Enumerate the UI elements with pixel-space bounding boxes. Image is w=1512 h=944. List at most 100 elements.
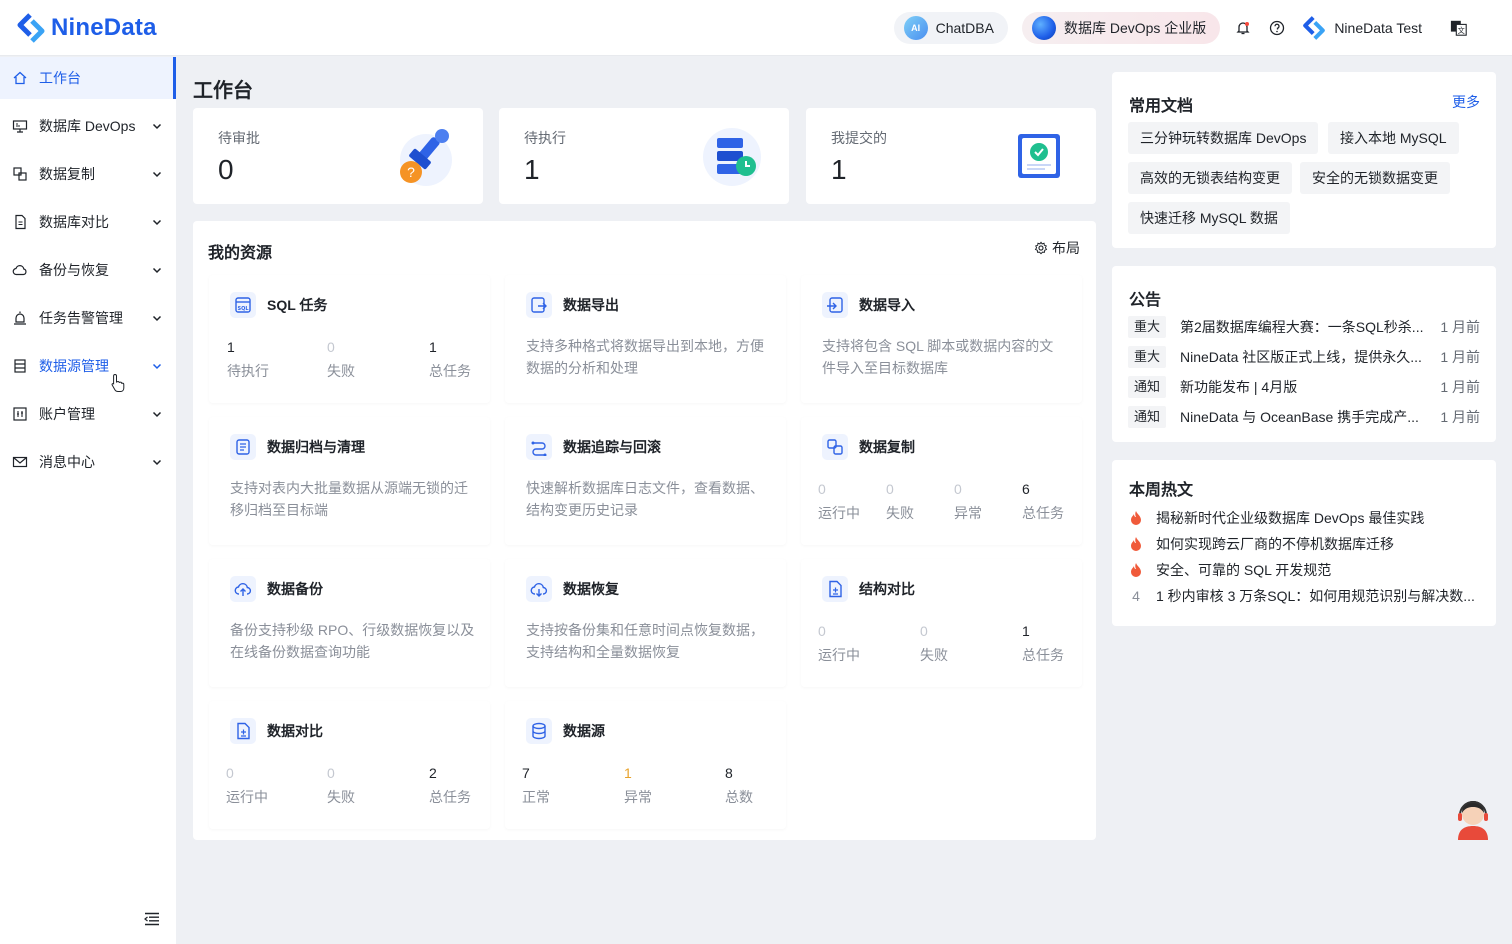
stat-card-pending-approval[interactable]: 待审批 0 ? [193,108,483,204]
card-description: 支持将包含 SQL 脚本或数据内容的文件导入至目标数据库 [822,338,1054,376]
stat-label: 待审批 [218,130,260,146]
support-assistant-avatar-icon[interactable] [1452,796,1494,842]
metric-normal: 7 正常 [522,765,550,805]
archive-icon [230,434,256,460]
card-title: 数据归档与清理 [267,439,365,455]
sidebar-item-messages[interactable]: 消息中心 [0,441,176,483]
common-docs-panel: 常用文档 更多 三分钟玩转数据库 DevOps 接入本地 MySQL 高效的无锁… [1112,72,1496,248]
announcements-panel: 公告 重大 第2届数据库编程大赛：一条SQL秒杀... 1 月前 重大 NineDat… [1112,266,1496,442]
doc-link[interactable]: 三分钟玩转数据库 DevOps [1128,122,1319,154]
fire-icon [1128,562,1144,578]
svg-text:?: ? [407,164,415,180]
sidebar-item-label: 账户管理 [39,406,95,422]
hot-articles-panel: 本周热文 揭秘新时代企业级数据库 DevOps 最佳实践 如何实现跨云厂商的不停… [1112,460,1496,626]
resource-card-datasource[interactable]: 数据源 7 正常 1 异常 8 总数 [505,701,786,829]
sidebar-item-datasource[interactable]: 数据源管理 [0,345,176,387]
resource-card-trace-rollback[interactable]: 数据追踪与回滚 快速解析数据库日志文件，查看数据、结构变更历史记录 [505,417,786,545]
fire-icon [1128,510,1144,526]
metric-running: 0 运行中 [818,481,860,521]
sidebar-item-workbench[interactable]: 工作台 [0,57,176,99]
doc-link[interactable]: 安全的无锁数据变更 [1300,162,1450,194]
resource-card-archive[interactable]: 数据归档与清理 支持对表内大批量数据从源端无锁的迁移归档至目标端 [209,417,490,545]
metric-total: 8 总数 [725,765,753,805]
top-header: NineData AI ChatDBA 数据库 DevOps 企业版 NineD… [0,0,1512,56]
mail-icon [12,454,28,470]
language-switch-icon[interactable]: 文 [1450,19,1468,37]
sidebar-item-label: 消息中心 [39,454,95,470]
stat-value: 0 [218,154,234,185]
doc-link[interactable]: 高效的无锁表结构变更 [1128,162,1292,194]
chatdba-label: ChatDBA [935,20,994,36]
restore-cloud-icon [526,576,552,602]
stat-value: 1 [831,154,847,185]
resource-card-data-compare[interactable]: 数据对比 0 运行中 0 失败 2 总任务 [209,701,490,829]
sidebar-item-replication[interactable]: 数据复制 [0,153,176,195]
sidebar-item-label: 备份与恢复 [39,262,109,278]
gear-icon [1034,241,1048,255]
user-avatar-icon [1303,16,1326,40]
chevron-down-icon [152,219,162,226]
resource-card-replication[interactable]: 数据复制 0 运行中 0 失败 0 异常 6 总任务 [801,417,1082,545]
hot-article-item[interactable]: 如何实现跨云厂商的不停机数据库迁移 [1128,531,1480,557]
hot-article-item[interactable]: 揭秘新时代企业级数据库 DevOps 最佳实践 [1128,505,1480,531]
globe-icon [1031,16,1056,40]
trace-icon [526,434,552,460]
submitted-document-icon [1018,134,1060,178]
sidebar-item-alarm[interactable]: 任务告警管理 [0,297,176,339]
resource-card-sql-task[interactable]: SQL SQL 任务 1 待执行 0 失败 1 总任务 [209,275,490,403]
sidebar-item-label: 工作台 [39,70,81,86]
devops-edition-button[interactable]: 数据库 DevOps 企业版 [1021,12,1221,44]
chevron-down-icon [152,267,162,274]
card-description: 快速解析数据库日志文件，查看数据、结构变更历史记录 [526,480,764,518]
resource-card-schema-compare[interactable]: 结构对比 0 运行中 0 失败 1 总任务 [801,559,1082,687]
help-icon[interactable] [1268,19,1286,37]
layout-button[interactable]: 布局 [1034,238,1080,258]
sidebar-item-db-compare[interactable]: 数据库对比 [0,201,176,243]
sidebar-item-devops[interactable]: 数据库 DevOps [0,105,176,147]
collapse-sidebar-icon[interactable] [144,912,160,926]
stat-card-my-submitted[interactable]: 我提交的 1 [806,108,1096,204]
announcement-item[interactable]: 通知 NineData 与 OceanBase 携手完成产... 1 月前 [1128,402,1480,432]
announcement-item[interactable]: 重大 NineData 社区版正式上线，提供永久... 1 月前 [1128,342,1480,372]
user-menu[interactable]: NineData Test [1302,16,1422,40]
resource-card-data-import[interactable]: 数据导入 支持将包含 SQL 脚本或数据内容的文件导入至目标数据库 [801,275,1082,403]
logo-text: NineData [51,13,157,41]
resource-card-data-export[interactable]: 数据导出 支持多种格式将数据导出到本地，方便数据的分析和处理 [505,275,786,403]
doc-link[interactable]: 快速迁移 MySQL 数据 [1128,202,1290,234]
fire-icon [1128,536,1144,552]
logo[interactable]: NineData [16,12,157,43]
sidebar-item-label: 数据库 DevOps [39,118,136,134]
resource-card-restore[interactable]: 数据恢复 支持按备份集和任意时间点恢复数据，支持结构和全量数据恢复 [505,559,786,687]
metric-running: 0 运行中 [226,765,268,805]
sidebar-item-backup[interactable]: 备份与恢复 [0,249,176,291]
datasource-icon [12,358,28,374]
card-description: 备份支持秒级 RPO、行级数据恢复以及在线备份数据查询功能 [230,622,475,660]
hot-article-item[interactable]: 安全、可靠的 SQL 开发规范 [1128,557,1480,583]
svg-text:文: 文 [1458,26,1465,35]
announcement-item[interactable]: 重大 第2届数据库编程大赛：一条SQL秒杀... 1 月前 [1128,312,1480,342]
sidebar-item-label: 数据库对比 [39,214,109,230]
stat-value: 1 [524,154,540,185]
doc-link[interactable]: 接入本地 MySQL [1328,122,1459,154]
announcement-item[interactable]: 通知 新功能发布 | 4月版 1 月前 [1128,372,1480,402]
metric-abnormal: 0 异常 [954,481,982,521]
sidebar-item-account[interactable]: 账户管理 [0,393,176,435]
chevron-down-icon [152,363,162,370]
account-icon [12,406,28,422]
notification-bell-icon[interactable] [1234,19,1252,37]
hot-article-item[interactable]: 4 1 秒内审核 3 万条SQL：如何用规范识别与解决数... [1128,583,1480,609]
my-resources-panel: 我的资源 布局 SQL SQL 任务 1 待执行 0 失败 1 总任务 数据导出 支持多… [193,221,1096,840]
metric-total: 1 总任务 [429,339,471,379]
database-icon [526,718,552,744]
chatdba-button[interactable]: AI ChatDBA [893,12,1008,44]
card-title: 数据导入 [859,297,915,313]
stat-card-pending-execution[interactable]: 待执行 1 [499,108,789,204]
metric-failed: 0 失败 [327,339,355,379]
resource-card-backup[interactable]: 数据备份 备份支持秒级 RPO、行级数据恢复以及在线备份数据查询功能 [209,559,490,687]
docs-more-link[interactable]: 更多 [1452,92,1480,112]
metric-total: 1 总任务 [1022,623,1064,663]
sql-task-icon: SQL [230,292,256,318]
card-title: 数据恢复 [563,581,619,597]
metric-failed: 0 失败 [886,481,914,521]
card-title: 数据备份 [267,581,323,597]
